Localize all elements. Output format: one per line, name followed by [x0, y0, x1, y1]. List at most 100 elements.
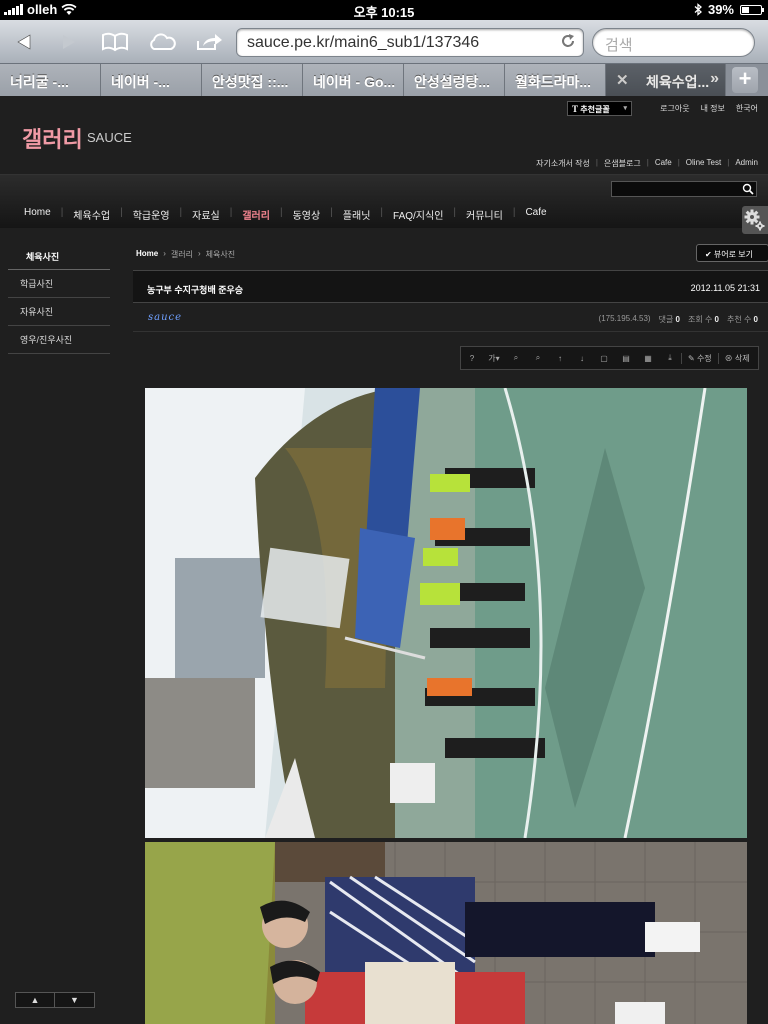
- post-meta: sauce (175.195.4.53) 댓글 0 조회 수 0 추천 수 0: [133, 304, 768, 332]
- pencil-icon: ✎: [688, 353, 695, 363]
- tab-label: 네이버 -...: [111, 74, 170, 90]
- browser-tab[interactable]: 네이버 -...: [101, 64, 202, 96]
- back-button[interactable]: [12, 28, 36, 56]
- browser-tab[interactable]: 안성설렁탕...: [404, 64, 505, 96]
- save-icon[interactable]: ▦: [637, 354, 659, 363]
- post-title: 농구부 수지구청배 준우승: [147, 285, 244, 295]
- font-select-label: 추천글꼴: [580, 105, 610, 114]
- tab-label: 월화드라마...: [515, 74, 592, 90]
- post-header: 농구부 수지구청배 준우승 2012.11.05 21:31: [133, 270, 768, 303]
- menu-video[interactable]: 동영상: [283, 207, 331, 222]
- menu-resources[interactable]: 자료실: [182, 207, 230, 222]
- utility-links: 자기소개서 작성 | 은샘블로그 | Cafe | Oline Test | Admin: [536, 158, 758, 169]
- breadcrumb-separator: ›: [198, 249, 201, 258]
- clock: 오후 10:15: [353, 5, 415, 20]
- post-toolbar: ? 가▾ ⌕ ⌕ ↑ ↓ ▢ ▤ ▦ ⤓ ✎ 수정 ⊗ 삭제: [460, 346, 759, 370]
- language-link[interactable]: 한국어: [736, 103, 758, 114]
- browser-tab[interactable]: 안성맛집 ::...: [202, 64, 303, 96]
- menu-class-management[interactable]: 학급운영: [123, 207, 180, 222]
- my-info-link[interactable]: 내 정보: [701, 103, 725, 114]
- search-field[interactable]: 검색: [592, 28, 755, 57]
- views-label: 조회 수: [688, 315, 713, 324]
- battery-icon: [740, 4, 764, 15]
- scroll-controls: ▲ ▼: [15, 992, 95, 1008]
- recommend-count: 0: [753, 315, 758, 324]
- bookmarks-button[interactable]: [100, 28, 130, 56]
- menu-gallery[interactable]: 갤러리: [232, 207, 280, 222]
- browser-tab[interactable]: 월화드라마...: [505, 64, 606, 96]
- gear-icon: [744, 209, 765, 231]
- font-size-button[interactable]: 가▾: [483, 353, 505, 364]
- menu-home[interactable]: Home: [14, 207, 61, 222]
- arrow-up-icon[interactable]: ↑: [549, 354, 571, 363]
- download-icon[interactable]: ⤓: [659, 353, 681, 363]
- new-tab-button[interactable]: +: [732, 67, 758, 93]
- post-date: 2012.11.05 21:31: [690, 283, 760, 293]
- edit-button[interactable]: ✎ 수정: [681, 352, 718, 364]
- menu-bar: Home | 체육수업 | 학급운영 | 자료실 | 갤러리 | 동영상 | 플래닛 | FA…: [14, 207, 557, 222]
- caret-down-icon: ▾: [623, 105, 627, 112]
- browser-tab-active[interactable]: ✕ 체육수업... »: [606, 64, 726, 96]
- side-item-family-photos[interactable]: 영우/진우사진: [8, 326, 110, 354]
- share-button[interactable]: [194, 28, 224, 56]
- status-bar: olleh 오후 10:15 39%: [0, 0, 768, 20]
- help-icon[interactable]: ?: [461, 354, 483, 363]
- scroll-down-button[interactable]: ▼: [55, 993, 94, 1007]
- icloud-tabs-button[interactable]: [146, 28, 178, 56]
- triangle-down-icon: ▼: [70, 995, 79, 1005]
- reload-icon[interactable]: [559, 32, 577, 50]
- address-bar[interactable]: sauce.pe.kr/main6_sub1/137346: [236, 28, 584, 57]
- zoom-in-icon[interactable]: ⌕: [505, 353, 527, 363]
- forward-button[interactable]: [57, 28, 81, 56]
- util-link[interactable]: Cafe: [655, 158, 672, 169]
- book-icon: [102, 32, 128, 52]
- bluetooth-icon: [694, 3, 702, 16]
- tab-label: 체육수업...: [646, 74, 710, 90]
- author-name[interactable]: sauce: [148, 312, 182, 323]
- back-arrow-icon: [17, 34, 31, 50]
- scroll-up-button[interactable]: ▲: [16, 993, 56, 1007]
- arrow-down-icon[interactable]: ↓: [571, 354, 593, 363]
- menu-pe-class[interactable]: 체육수업: [63, 207, 120, 222]
- battery-percent: 39%: [707, 2, 734, 17]
- side-heading[interactable]: 체육사진: [8, 244, 110, 270]
- util-link[interactable]: Oline Test: [686, 158, 721, 169]
- util-link[interactable]: 자기소개서 작성: [536, 158, 590, 169]
- browser-tab[interactable]: 네이버 - Go...: [303, 64, 404, 96]
- breadcrumb-home[interactable]: Home: [136, 249, 158, 260]
- comment-icon[interactable]: ▢: [593, 354, 615, 363]
- side-item-free-photos[interactable]: 자유사진: [8, 298, 110, 326]
- side-item-class-photos[interactable]: 학급사진: [8, 270, 110, 298]
- search-icon[interactable]: [742, 183, 754, 195]
- site-search-input[interactable]: [611, 181, 757, 197]
- close-tab-icon[interactable]: ✕: [616, 71, 629, 89]
- viewer-mode-button[interactable]: ✔ 뷰어로 보기: [696, 244, 768, 262]
- site-logo[interactable]: 갤러리: [22, 122, 83, 154]
- more-tabs-icon[interactable]: »: [710, 70, 719, 88]
- browser-toolbar: sauce.pe.kr/main6_sub1/137346 검색: [0, 20, 768, 64]
- util-link[interactable]: Admin: [735, 158, 758, 169]
- logout-link[interactable]: 로그아웃: [660, 103, 689, 114]
- print-icon[interactable]: ▤: [615, 354, 637, 363]
- menu-planet[interactable]: 플래닛: [333, 207, 381, 222]
- battery-fill: [742, 6, 750, 13]
- menu-community[interactable]: 커뮤니티: [456, 207, 513, 222]
- delete-button[interactable]: ⊗ 삭제: [717, 352, 756, 364]
- settings-button[interactable]: [742, 206, 768, 234]
- font-select[interactable]: T 추천글꼴 ▾: [567, 101, 632, 116]
- menu-faq[interactable]: FAQ/지식인: [383, 207, 453, 222]
- breadcrumb-current[interactable]: 체육사진: [206, 249, 235, 260]
- sub-navigation: 체육사진 학급사진 자유사진 영우/진우사진: [8, 244, 110, 354]
- tab-label: 안성설렁탕...: [414, 74, 491, 90]
- post-photo-court[interactable]: [145, 388, 747, 838]
- plus-icon: +: [738, 66, 752, 91]
- util-link[interactable]: 은샘블로그: [604, 158, 641, 169]
- students-photo-image: [145, 842, 747, 1024]
- browser-tab[interactable]: 너리굴 -...: [0, 64, 101, 96]
- zoom-out-icon[interactable]: ⌕: [527, 353, 549, 363]
- post-photo-students[interactable]: [145, 842, 747, 1024]
- recommend-label: 추천 수: [727, 315, 752, 324]
- tab-label: 네이버 - Go...: [313, 74, 396, 90]
- breadcrumb-gallery[interactable]: 갤러리: [171, 249, 193, 260]
- menu-cafe[interactable]: Cafe: [515, 207, 556, 222]
